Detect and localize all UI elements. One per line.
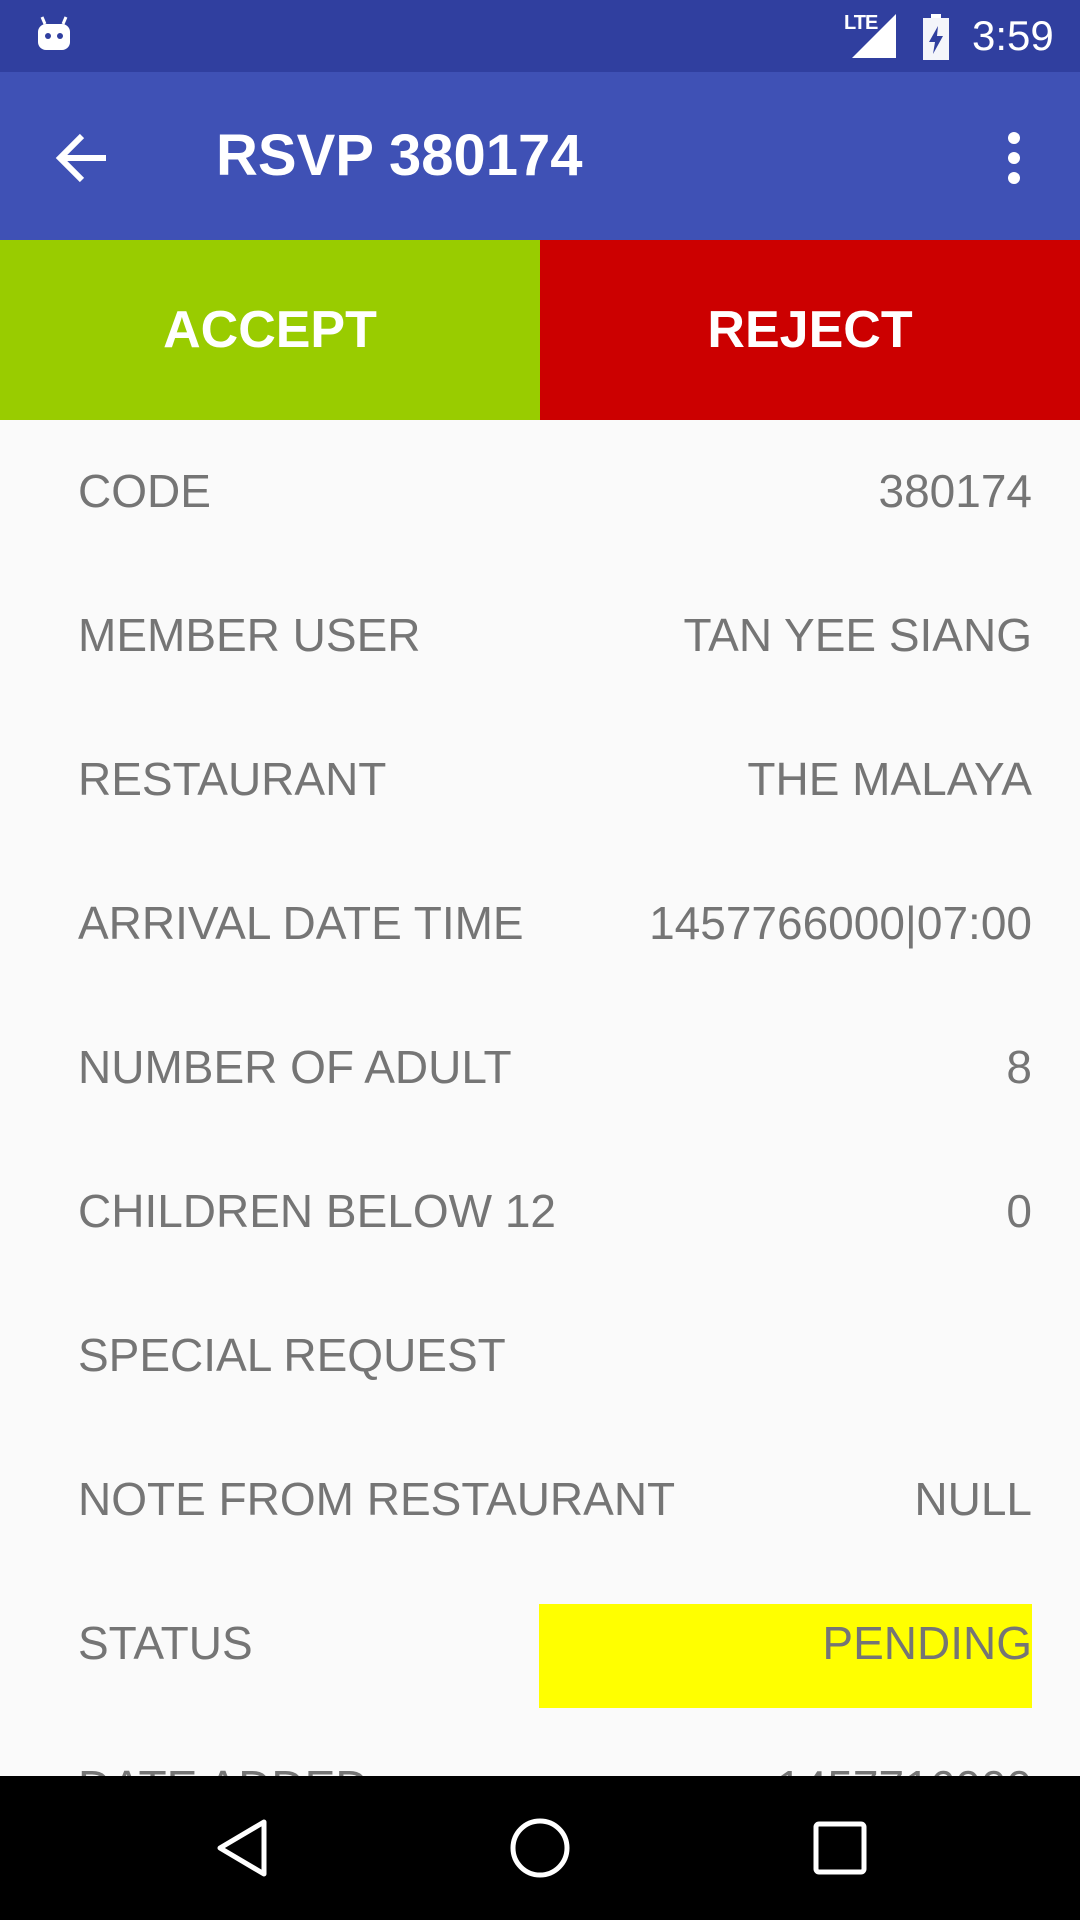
accept-button[interactable]: ACCEPT bbox=[0, 240, 540, 420]
detail-label: SPECIAL REQUEST bbox=[78, 1329, 506, 1381]
clock: 3:59 bbox=[972, 12, 1054, 59]
status-value: PENDING bbox=[822, 1617, 1032, 1669]
detail-row-note-from-restaurant: NOTE FROM RESTAURANT NULL bbox=[0, 1428, 1080, 1572]
detail-value: TAN YEE SIANG bbox=[683, 609, 1032, 661]
detail-row-children-below-12: CHILDREN BELOW 12 0 bbox=[0, 1140, 1080, 1284]
detail-value: 8 bbox=[1006, 1041, 1032, 1093]
detail-row-date-added: DATE ADDED 1457716000 bbox=[0, 1716, 1080, 1776]
signal-icon bbox=[852, 14, 896, 58]
circle-home-icon[interactable] bbox=[508, 1816, 572, 1880]
system-nav-bar bbox=[0, 1776, 1080, 1920]
arrow-back-icon[interactable] bbox=[52, 128, 112, 188]
battery-charging-icon bbox=[923, 14, 949, 60]
detail-label: CHILDREN BELOW 12 bbox=[78, 1185, 557, 1237]
detail-label: ARRIVAL DATE TIME bbox=[78, 897, 524, 949]
page-title: RSVP 380174 bbox=[216, 123, 583, 188]
detail-value: 1457766000|07:00 bbox=[649, 897, 1032, 949]
more-vert-icon[interactable] bbox=[990, 128, 1038, 188]
detail-value: THE MALAYA bbox=[747, 753, 1032, 805]
detail-label: NUMBER OF ADULT bbox=[78, 1041, 512, 1093]
reject-button[interactable]: REJECT bbox=[540, 240, 1080, 420]
detail-label: MEMBER USER bbox=[78, 609, 421, 661]
detail-label: STATUS bbox=[78, 1617, 253, 1669]
detail-row-number-of-adult: NUMBER OF ADULT 8 bbox=[0, 996, 1080, 1140]
detail-value: 380174 bbox=[878, 465, 1033, 517]
detail-value: 1457716000 bbox=[776, 1760, 1032, 1776]
detail-label: RESTAURANT bbox=[78, 753, 387, 805]
rsvp-details-list: CODE 380174 MEMBER USER TAN YEE SIANG RE… bbox=[0, 420, 1080, 1776]
android-notification-icon bbox=[38, 16, 70, 50]
detail-row-special-request: SPECIAL REQUEST bbox=[0, 1284, 1080, 1428]
detail-value: 0 bbox=[1006, 1185, 1032, 1237]
detail-label: CODE bbox=[78, 465, 211, 517]
detail-row-status: STATUS PENDING bbox=[0, 1572, 1080, 1716]
detail-value: NULL bbox=[914, 1473, 1032, 1525]
detail-label: DATE ADDED bbox=[78, 1760, 369, 1776]
detail-label: NOTE FROM RESTAURANT bbox=[78, 1473, 676, 1525]
square-recents-icon[interactable] bbox=[812, 1816, 868, 1880]
app-bar: RSVP 380174 bbox=[0, 72, 1080, 240]
triangle-back-icon[interactable] bbox=[212, 1816, 272, 1880]
detail-row-restaurant: RESTAURANT THE MALAYA bbox=[0, 708, 1080, 852]
detail-row-code: CODE 380174 bbox=[0, 420, 1080, 564]
detail-row-member-user: MEMBER USER TAN YEE SIANG bbox=[0, 564, 1080, 708]
detail-row-arrival-date-time: ARRIVAL DATE TIME 1457766000|07:00 bbox=[0, 852, 1080, 996]
status-bar: LTE 3:59 bbox=[0, 0, 1080, 72]
action-buttons: ACCEPT REJECT bbox=[0, 240, 1080, 420]
